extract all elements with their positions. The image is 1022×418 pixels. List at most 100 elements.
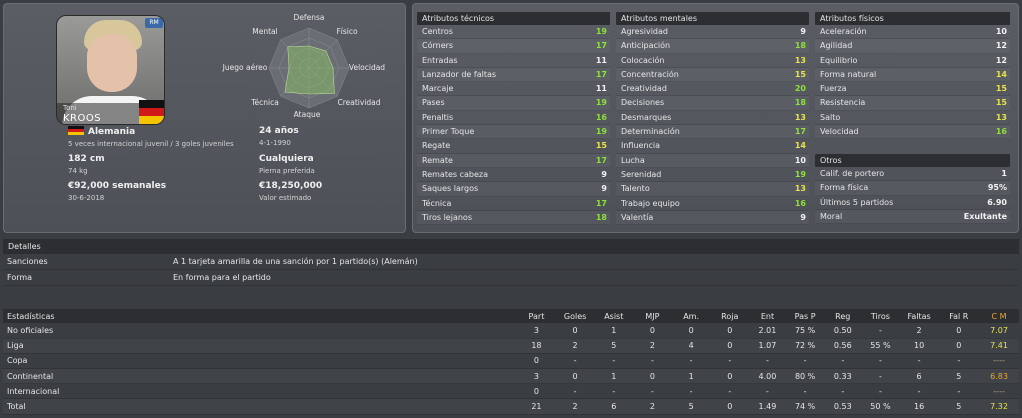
stats-row-label: No oficiales — [3, 323, 518, 339]
stats-column-header[interactable]: Roja — [710, 309, 750, 323]
other-attributes: Otros Calif. de portero 1 Forma física 95% Ú… — [815, 154, 1010, 225]
attribute-row[interactable]: Saques largos 9 — [417, 182, 610, 197]
attribute-row[interactable]: Decisiones 18 — [616, 96, 809, 111]
attribute-row[interactable]: Talento 13 — [616, 182, 809, 197]
attribute-row[interactable]: Remate 17 — [417, 153, 610, 168]
attribute-value: 1 — [1001, 169, 1007, 178]
attribute-row[interactable]: Agresividad 9 — [616, 25, 809, 40]
attribute-row[interactable]: Colocación 13 — [616, 54, 809, 68]
stats-cell: - — [861, 368, 900, 385]
attribute-row[interactable]: Velocidad 16 — [815, 125, 1010, 140]
attribute-value: 9 — [601, 169, 607, 179]
stats-cell: - — [899, 353, 939, 370]
stats-column-header[interactable]: Pas P — [785, 309, 825, 323]
attribute-row[interactable]: Resistencia 15 — [815, 96, 1010, 111]
stats-cell: - — [710, 353, 750, 370]
attribute-value: 15 — [995, 84, 1007, 94]
stats-column-header[interactable]: Reg — [824, 309, 862, 323]
attribute-name: Valentía — [621, 212, 654, 222]
attribute-row[interactable]: Centros 19 — [417, 25, 610, 40]
attribute-row[interactable]: Trabajo equipo 16 — [616, 197, 809, 211]
stats-column-header[interactable]: Faltas — [899, 309, 939, 323]
attribute-row[interactable]: Moral Exultante — [815, 209, 1010, 225]
stats-row[interactable]: Liga 18 2 5 2 4 0 1.07 72 % 0.56 55 % 10 0 7.41 — [3, 338, 1019, 354]
stats-row[interactable]: Continental 3 0 1 0 1 0 4.00 80 % 0.33-6 5 6.83 — [3, 368, 1019, 385]
stats-row[interactable]: No oficiales 3 0 1 0 0 0 2.01 75 % 0.50-2 0 7.07 — [3, 323, 1019, 339]
stats-column-header[interactable]: Ent — [749, 309, 786, 323]
details-row-sanciones: Sanciones A 1 tarjeta amarilla de una sa… — [3, 254, 1019, 270]
attribute-name: Entradas — [422, 55, 458, 65]
attribute-value: 14 — [995, 69, 1007, 79]
attribute-row[interactable]: Técnica 17 — [417, 197, 610, 211]
attribute-row[interactable]: Aceleración 10 — [815, 25, 1010, 40]
attribute-row[interactable]: Concentración 15 — [616, 67, 809, 83]
attribute-row[interactable]: Marcaje 11 — [417, 82, 610, 97]
attribute-value: 11 — [595, 84, 607, 94]
attribute-row[interactable]: Regate 15 — [417, 139, 610, 154]
stats-cell: 5 — [938, 398, 980, 415]
foot-block: Cualquiera Pierna preferida — [259, 154, 315, 175]
stats-cell: 2 — [633, 398, 672, 415]
attribute-row[interactable]: Equilibrio 12 — [815, 54, 1010, 68]
attribute-row[interactable]: Determinación 17 — [616, 125, 809, 140]
estimated-value-label: Valor estimado — [259, 194, 312, 202]
stats-row[interactable]: Copa 0- - - - - - - - - - - ---- — [3, 353, 1019, 370]
attribute-name: Salto — [820, 112, 841, 122]
attribute-row[interactable]: Desmarques 13 — [616, 111, 809, 126]
attribute-value: 9 — [800, 27, 806, 36]
stats-row[interactable]: Internacional 0- - - - - - - - - - - ---- — [3, 383, 1019, 400]
photo-face — [87, 34, 137, 92]
attribute-row[interactable]: Creatividad 20 — [616, 82, 809, 97]
attribute-row[interactable]: Fuerza 15 — [815, 82, 1010, 97]
stats-column-header[interactable]: Part — [517, 309, 556, 323]
stats-cell: - — [749, 383, 786, 400]
attribute-row[interactable]: Remates cabeza 9 — [417, 168, 610, 183]
stats-cell: 0.53 — [824, 398, 862, 415]
attribute-value: 16 — [995, 127, 1007, 137]
stats-column-header[interactable]: Asist — [594, 309, 634, 323]
stats-column-header[interactable]: Fal R — [938, 309, 980, 323]
attribute-row[interactable]: Lucha 10 — [616, 153, 809, 168]
attribute-row[interactable]: Forma física 95% — [815, 181, 1010, 196]
attribute-row[interactable]: Salto 13 — [815, 111, 1010, 126]
attribute-row[interactable]: Forma natural 14 — [815, 67, 1010, 83]
attribute-name: Penaltis — [422, 112, 454, 122]
stats-cell: 2 — [555, 338, 595, 354]
stats-cell: - — [938, 383, 980, 400]
height: 182 cm — [68, 154, 105, 164]
statistics-section: Estadísticas Part Goles Asist MJP Am. Roja Ent P… — [3, 309, 1019, 417]
attribute-row[interactable]: Tiros lejanos 18 — [417, 210, 610, 226]
attribute-name: Saques largos — [422, 184, 479, 194]
stats-cell: 0 — [710, 398, 750, 415]
attribute-row[interactable]: Agilidad 12 — [815, 39, 1010, 54]
attribute-row[interactable]: Calif. de portero 1 — [815, 167, 1010, 182]
stats-row[interactable]: Total 21 2 6 2 5 0 1.49 74 % 0.53 50 % 16 5 7.32 — [3, 398, 1019, 415]
attribute-row[interactable]: Entradas 11 — [417, 54, 610, 68]
attribute-name: Trabajo equipo — [621, 198, 680, 208]
attribute-row[interactable]: Pases 19 — [417, 96, 610, 111]
attribute-row[interactable]: Serenidad 19 — [616, 168, 809, 183]
stats-cell: 0 — [938, 323, 980, 339]
attribute-row[interactable]: Lanzador de faltas 17 — [417, 67, 610, 83]
stats-column-header[interactable]: Am. — [671, 309, 711, 323]
attribute-row[interactable]: Penaltis 16 — [417, 111, 610, 126]
attribute-row[interactable]: Primer Toque 19 — [417, 125, 610, 140]
mental-attributes: Atributos mentales Agresividad 9 Anticipac… — [616, 12, 809, 226]
attribute-row[interactable]: Valentía 9 — [616, 210, 809, 226]
stats-column-header[interactable]: C M — [979, 309, 1019, 323]
stats-row-label: Internacional — [3, 383, 518, 400]
attribute-value: 10 — [995, 27, 1007, 36]
attribute-row[interactable]: Influencia 14 — [616, 139, 809, 154]
stats-column-header[interactable]: MJP — [633, 309, 672, 323]
stats-cell: - — [633, 383, 672, 400]
attribute-row[interactable]: Últimos 5 partidos 6.90 — [815, 196, 1010, 210]
attribute-row[interactable]: Córners 17 — [417, 39, 610, 54]
technical-attributes: Atributos técnicos Centros 19 Córners 17 Ent… — [417, 12, 610, 226]
stats-cell: - — [710, 383, 750, 400]
stats-column-header[interactable]: Goles — [555, 309, 595, 323]
stats-cell: 0 — [517, 353, 556, 370]
attribute-value: 18 — [794, 41, 806, 51]
player-profile-panel: Toni KROOS RM Defensa Físico Velocidad C… — [3, 3, 406, 233]
attribute-row[interactable]: Anticipación 18 — [616, 39, 809, 54]
stats-column-header[interactable]: Tiros — [861, 309, 900, 323]
